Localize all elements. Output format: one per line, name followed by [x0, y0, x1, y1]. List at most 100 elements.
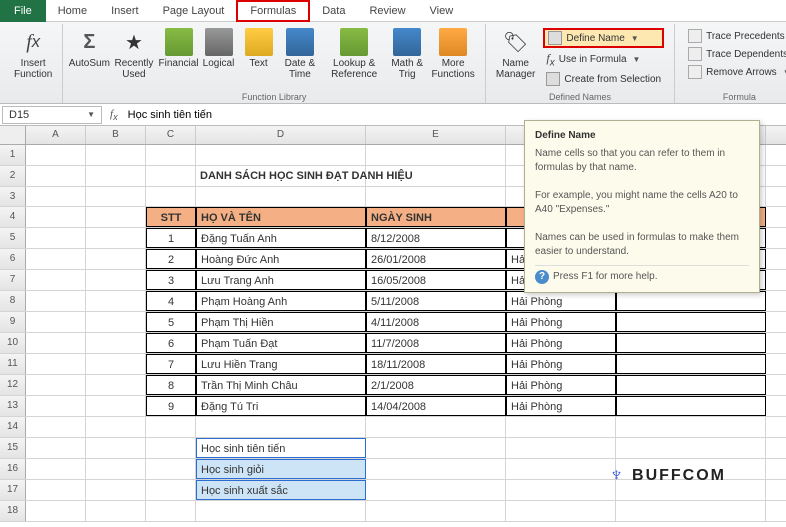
- text-label: Text: [249, 58, 267, 69]
- row-header[interactable]: 6: [0, 249, 26, 269]
- cell-rank[interactable]: [616, 396, 766, 416]
- cell-dob[interactable]: 8/12/2008: [366, 228, 506, 248]
- row-header[interactable]: 13: [0, 396, 26, 416]
- name-manager-button[interactable]: 🏷Name Manager: [492, 26, 539, 82]
- cell-place[interactable]: Hải Phòng: [506, 291, 616, 311]
- cell-name[interactable]: Trần Thị Minh Châu: [196, 375, 366, 395]
- cell-place[interactable]: Hải Phòng: [506, 375, 616, 395]
- row-header[interactable]: 15: [0, 438, 26, 458]
- cell-dob[interactable]: 26/01/2008: [366, 249, 506, 269]
- define-name-button[interactable]: Define Name▼: [543, 28, 664, 48]
- row-header[interactable]: 5: [0, 228, 26, 248]
- cell-name[interactable]: Lưu Hiền Trang: [196, 354, 366, 374]
- cell-dob[interactable]: 5/11/2008: [366, 291, 506, 311]
- cell-name[interactable]: Đặng Tuấn Anh: [196, 228, 366, 248]
- tab-view[interactable]: View: [418, 2, 466, 20]
- cell-name[interactable]: Hoàng Đức Anh: [196, 249, 366, 269]
- row-header[interactable]: 16: [0, 459, 26, 479]
- logical-button[interactable]: Logical: [199, 26, 239, 71]
- cell-dob[interactable]: 2/1/2008: [366, 375, 506, 395]
- cell-dob[interactable]: 14/04/2008: [366, 396, 506, 416]
- recently-used-button[interactable]: ★Recently Used: [109, 26, 158, 82]
- col-header-b[interactable]: B: [86, 126, 146, 144]
- row-header[interactable]: 12: [0, 375, 26, 395]
- fx-bar-icon[interactable]: fx: [104, 108, 124, 122]
- tab-page-layout[interactable]: Page Layout: [151, 2, 237, 20]
- cell-dob[interactable]: 4/11/2008: [366, 312, 506, 332]
- cell-place[interactable]: Hải Phòng: [506, 396, 616, 416]
- tab-file[interactable]: File: [0, 0, 46, 22]
- row-header[interactable]: 11: [0, 354, 26, 374]
- name-box[interactable]: D15▼: [2, 106, 102, 124]
- row-header[interactable]: 1: [0, 145, 26, 165]
- financial-button[interactable]: Financial: [159, 26, 199, 71]
- header-stt[interactable]: STT: [146, 207, 196, 227]
- cell-rank[interactable]: [616, 333, 766, 353]
- select-all-corner[interactable]: [0, 126, 26, 144]
- header-dob[interactable]: NGÀY SINH: [366, 207, 506, 227]
- selection-cell[interactable]: Học sinh tiên tiến: [196, 438, 366, 458]
- cell-stt[interactable]: 6: [146, 333, 196, 353]
- table-row: 10 6 Phạm Tuấn Đạt 11/7/2008 Hải Phòng: [0, 333, 786, 354]
- star-icon: ★: [120, 28, 148, 56]
- header-name[interactable]: HỌ VÀ TÊN: [196, 207, 366, 227]
- cell-stt[interactable]: 9: [146, 396, 196, 416]
- tab-home[interactable]: Home: [46, 2, 99, 20]
- lookup-button[interactable]: Lookup & Reference: [321, 26, 387, 82]
- col-header-e[interactable]: E: [366, 126, 506, 144]
- cell-name[interactable]: Đặng Tú Tri: [196, 396, 366, 416]
- text-button[interactable]: Text: [239, 26, 279, 71]
- col-header-a[interactable]: A: [26, 126, 86, 144]
- row-header[interactable]: 4: [0, 207, 26, 227]
- row-header[interactable]: 10: [0, 333, 26, 353]
- cell-stt[interactable]: 7: [146, 354, 196, 374]
- date-time-button[interactable]: Date & Time: [279, 26, 322, 82]
- row-header[interactable]: 18: [0, 501, 26, 521]
- sheet-title[interactable]: DANH SÁCH HỌC SINH ĐẠT DANH HIỆU: [196, 166, 366, 186]
- row-header[interactable]: 3: [0, 187, 26, 206]
- cell-place[interactable]: Hải Phòng: [506, 333, 616, 353]
- cell-place[interactable]: Hải Phòng: [506, 312, 616, 332]
- more-functions-button[interactable]: More Functions: [427, 26, 479, 82]
- cell-stt[interactable]: 2: [146, 249, 196, 269]
- tab-review[interactable]: Review: [357, 2, 417, 20]
- cell-place[interactable]: Hải Phòng: [506, 354, 616, 374]
- row-header[interactable]: 8: [0, 291, 26, 311]
- selection-cell[interactable]: Học sinh giỏi: [196, 459, 366, 479]
- cell-dob[interactable]: 11/7/2008: [366, 333, 506, 353]
- cell-stt[interactable]: 5: [146, 312, 196, 332]
- cell-stt[interactable]: 8: [146, 375, 196, 395]
- cell-name[interactable]: Phạm Hoàng Anh: [196, 291, 366, 311]
- row-header[interactable]: 2: [0, 166, 26, 186]
- insert-function-button[interactable]: fx Insert Function: [10, 26, 56, 82]
- cell-stt[interactable]: 4: [146, 291, 196, 311]
- cell-rank[interactable]: [616, 312, 766, 332]
- trace-dependents-button[interactable]: Trace Dependents: [685, 46, 786, 62]
- col-header-c[interactable]: C: [146, 126, 196, 144]
- cell-dob[interactable]: 18/11/2008: [366, 354, 506, 374]
- cell-name[interactable]: Phạm Thị Hiền: [196, 312, 366, 332]
- row-header[interactable]: 9: [0, 312, 26, 332]
- cell-name[interactable]: Lưu Trang Anh: [196, 270, 366, 290]
- autosum-button[interactable]: ΣAutoSum: [69, 26, 109, 71]
- cell-rank[interactable]: [616, 354, 766, 374]
- cell-dob[interactable]: 16/05/2008: [366, 270, 506, 290]
- cell-stt[interactable]: 3: [146, 270, 196, 290]
- tab-insert[interactable]: Insert: [99, 2, 151, 20]
- selection-cell[interactable]: Học sinh xuất sắc: [196, 480, 366, 500]
- cell-rank[interactable]: [616, 291, 766, 311]
- tab-data[interactable]: Data: [310, 2, 357, 20]
- row-header[interactable]: 7: [0, 270, 26, 290]
- cell-name[interactable]: Phạm Tuấn Đạt: [196, 333, 366, 353]
- trace-precedents-button[interactable]: Trace Precedents: [685, 28, 786, 44]
- cell-rank[interactable]: [616, 375, 766, 395]
- row-header[interactable]: 14: [0, 417, 26, 437]
- remove-arrows-button[interactable]: Remove Arrows▼: [685, 64, 786, 80]
- tab-formulas[interactable]: Formulas: [236, 0, 310, 22]
- math-button[interactable]: Math & Trig: [387, 26, 427, 82]
- row-header[interactable]: 17: [0, 480, 26, 500]
- create-from-selection-button[interactable]: Create from Selection: [543, 71, 664, 87]
- use-in-formula-button[interactable]: fxUse in Formula▼: [543, 50, 664, 69]
- col-header-d[interactable]: D: [196, 126, 366, 144]
- cell-stt[interactable]: 1: [146, 228, 196, 248]
